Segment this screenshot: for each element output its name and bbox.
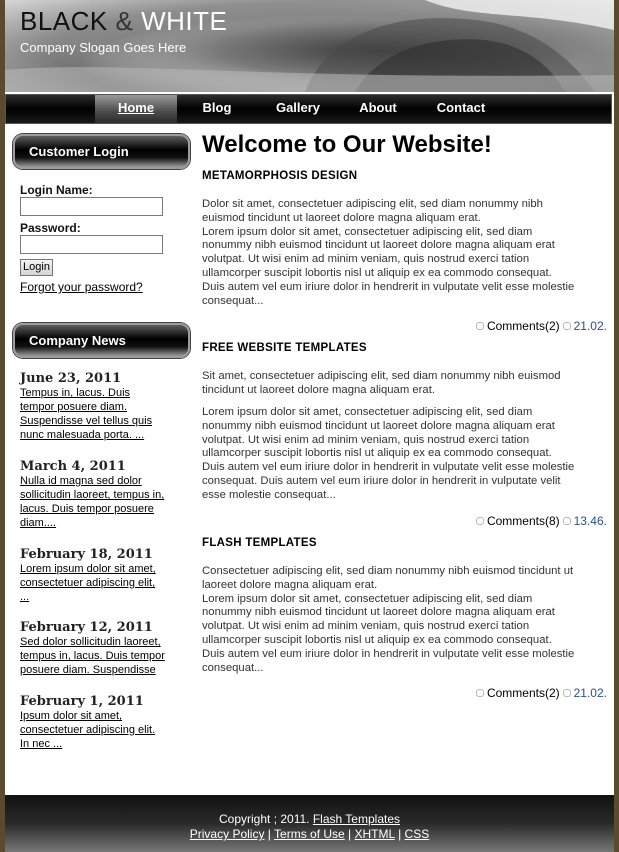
login-button[interactable]: Login	[20, 259, 53, 276]
footer-separator: |	[264, 827, 275, 841]
news-date: February 12, 2011	[20, 620, 153, 635]
post-date: 21.02.	[573, 686, 607, 700]
post-date: 13.46.	[573, 514, 607, 528]
news-date: March 4, 2011	[20, 459, 126, 474]
customer-login-title: Customer Login	[29, 144, 129, 159]
flash-templates-link[interactable]: Flash Templates	[313, 812, 400, 826]
article-title: FREE WEBSITE TEMPLATES	[202, 342, 367, 354]
article-text: Dolor sit amet, consectetuer adipiscing …	[202, 198, 575, 307]
copyright-text: Copyright ; 2011.	[219, 812, 313, 826]
site-title-white: WHITE	[141, 6, 228, 36]
bullet-icon	[562, 322, 571, 331]
footer: Copyright ; 2011. Flash Templates Privac…	[5, 795, 614, 852]
article-title: FLASH TEMPLATES	[202, 537, 317, 549]
xhtml-link[interactable]: XHTML	[355, 827, 395, 841]
comments-link[interactable]: Comments(2)	[487, 319, 560, 333]
nav-home[interactable]: Home	[95, 95, 177, 123]
nav-gallery[interactable]: Gallery	[269, 95, 327, 123]
terms-of-use-link[interactable]: Terms of Use	[274, 827, 345, 841]
footer-separator: |	[394, 827, 405, 841]
news-link[interactable]: Tempus in, lacus. Duis tempor posuere dia…	[20, 386, 182, 442]
news-link[interactable]: Ipsum dolor sit amet, consectetuer adipis…	[20, 709, 182, 751]
footer-separator: |	[344, 827, 355, 841]
bullet-icon	[475, 322, 484, 331]
site-title-amp: &	[107, 6, 142, 36]
article-text: Sit amet, consectetuer adipiscing elit, …	[202, 370, 561, 396]
nav-about[interactable]: About	[352, 95, 404, 123]
article-meta: Comments(8) 13.46.	[473, 514, 607, 528]
forgot-password-link[interactable]: Forgot your password?	[20, 280, 143, 294]
main-nav: Home Blog Gallery About Contact	[5, 94, 612, 124]
news-date: June 23, 2011	[20, 371, 122, 386]
password-input[interactable]	[20, 235, 163, 254]
copyright-line: Copyright ; 2011. Flash Templates	[5, 812, 614, 826]
news-link[interactable]: Sed dolor sollicitudin laoreet, tempus in…	[20, 635, 182, 677]
comments-link[interactable]: Comments(8)	[487, 514, 560, 528]
login-name-input[interactable]	[20, 197, 163, 216]
bullet-icon	[475, 689, 484, 698]
comments-link[interactable]: Comments(2)	[487, 686, 560, 700]
site-slogan: Company Slogan Goes Here	[20, 40, 187, 55]
footer-links: Privacy Policy | Terms of Use | XHTML | …	[5, 827, 614, 841]
site-title: BLACK & WHITE	[20, 6, 227, 37]
news-date: February 1, 2011	[20, 694, 144, 709]
bullet-icon	[475, 517, 484, 526]
nav-contact[interactable]: Contact	[430, 95, 492, 123]
article-meta: Comments(2) 21.02.	[473, 686, 607, 700]
news-link[interactable]: Lorem ipsum dolor sit amet, consectetuer …	[20, 562, 182, 604]
article-text: Lorem ipsum dolor sit amet, consectetuer…	[202, 406, 575, 501]
article-title: METAMORPHOSIS DESIGN	[202, 170, 358, 182]
password-label: Password:	[20, 221, 81, 235]
page-heading: Welcome to Our Website!	[202, 131, 492, 158]
css-link[interactable]: CSS	[405, 827, 430, 841]
privacy-policy-link[interactable]: Privacy Policy	[190, 827, 265, 841]
customer-login-header: Customer Login	[13, 134, 190, 169]
article-text: Consectetuer adipiscing elit, sed diam n…	[202, 565, 575, 674]
news-date: February 18, 2011	[20, 547, 153, 562]
news-link[interactable]: Nulla id magna sed dolor sollicitudin lao…	[20, 474, 182, 530]
company-news-header: Company News	[13, 323, 190, 358]
bullet-icon	[562, 689, 571, 698]
login-name-label: Login Name:	[20, 183, 93, 197]
post-date: 21.02.	[573, 319, 607, 333]
site-title-black: BLACK	[20, 6, 108, 36]
article-meta: Comments(2) 21.02.	[473, 319, 607, 333]
header-banner: BLACK & WHITE Company Slogan Goes Here	[5, 0, 614, 92]
bullet-icon	[562, 517, 571, 526]
nav-blog[interactable]: Blog	[191, 95, 243, 123]
company-news-title: Company News	[29, 333, 126, 348]
